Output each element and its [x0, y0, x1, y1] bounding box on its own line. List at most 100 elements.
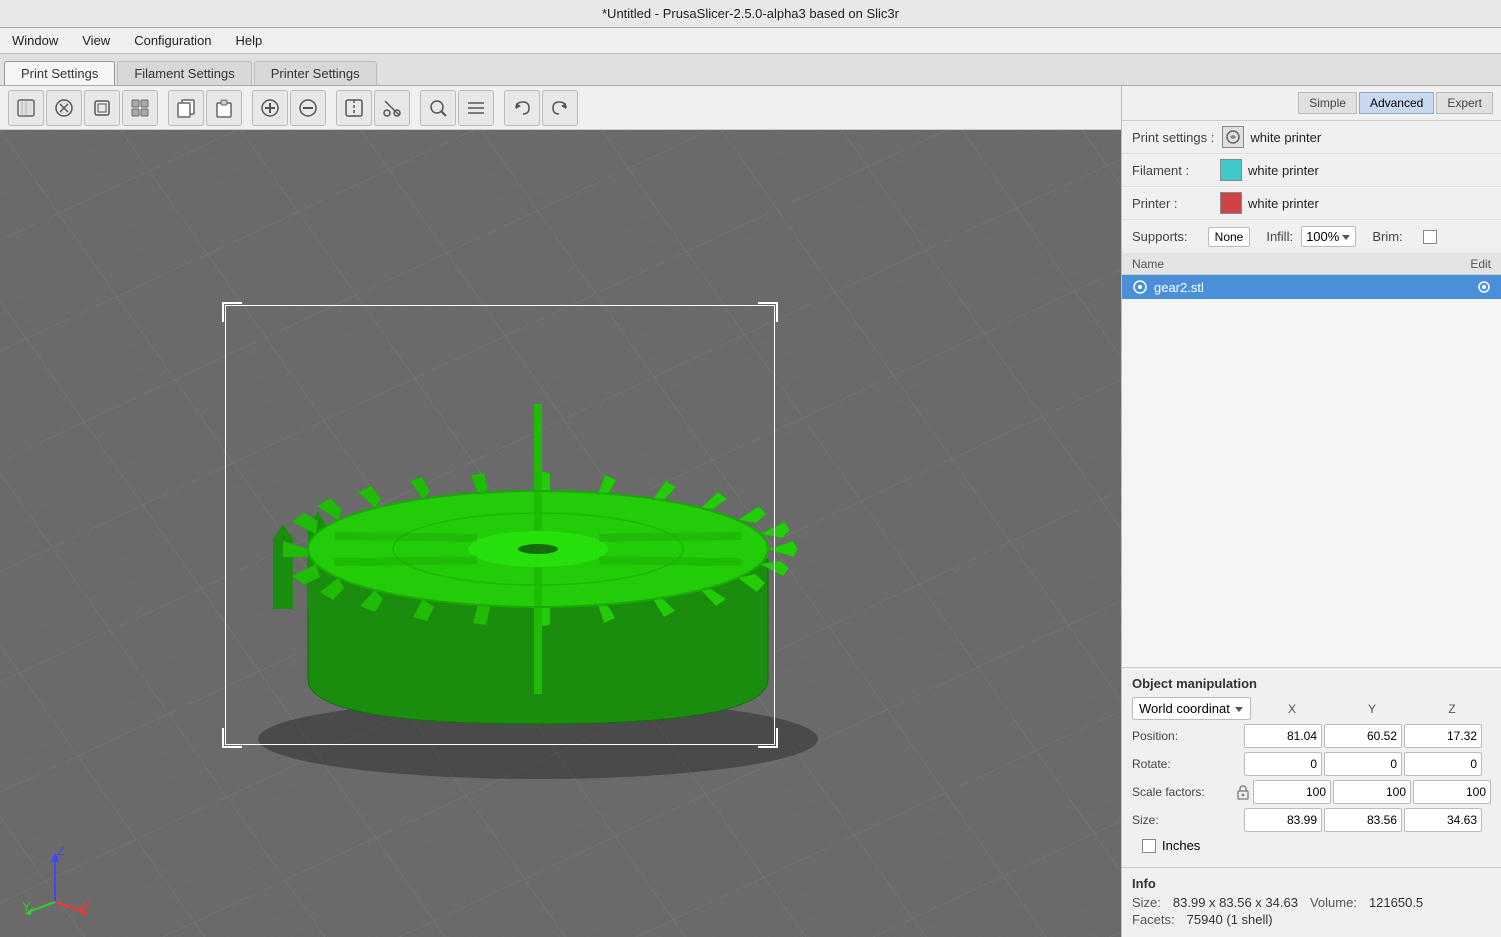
printer-row: Printer : white printer [1122, 187, 1501, 220]
rotate-z-input[interactable] [1404, 752, 1482, 776]
menu-configuration[interactable]: Configuration [126, 31, 219, 50]
x-header: X [1253, 702, 1331, 716]
cut-button[interactable] [374, 90, 410, 126]
infill-group: Infill: 100% [1266, 226, 1356, 247]
info-title: Info [1132, 876, 1491, 891]
tab-print-settings[interactable]: Print Settings [4, 61, 115, 85]
gear-model [188, 259, 888, 809]
rotate-row: Rotate: [1132, 752, 1491, 776]
z-header: Z [1413, 702, 1491, 716]
position-x-input[interactable] [1244, 724, 1322, 748]
undo-button[interactable] [504, 90, 540, 126]
scale-label: Scale factors: [1132, 785, 1233, 799]
add-button[interactable] [8, 90, 44, 126]
copy-button[interactable] [168, 90, 204, 126]
infill-label: Infill: [1266, 229, 1293, 244]
size-row: Size: [1132, 808, 1491, 832]
less-button[interactable] [290, 90, 326, 126]
filament-color-swatch [1220, 159, 1242, 181]
info-facets-row: Facets: 75940 (1 shell) [1132, 912, 1491, 927]
print-settings-icon [1222, 126, 1244, 148]
position-y-input[interactable] [1324, 724, 1402, 748]
tab-printer-settings[interactable]: Printer Settings [254, 61, 377, 85]
coord-system-selector[interactable]: World coordinat [1132, 697, 1251, 720]
viewport-area: Z X Y [0, 86, 1121, 937]
axes-indicator: Z X Y [20, 847, 90, 917]
scale-z-input[interactable] [1413, 780, 1491, 804]
chevron-down-icon [1234, 704, 1244, 714]
advanced-mode-button[interactable]: Advanced [1359, 92, 1434, 114]
scale-y-input[interactable] [1333, 780, 1411, 804]
menu-window[interactable]: Window [4, 31, 66, 50]
size-x-input[interactable] [1244, 808, 1322, 832]
size-z-input[interactable] [1404, 808, 1482, 832]
simple-mode-button[interactable]: Simple [1298, 92, 1357, 114]
brim-label: Brim: [1372, 229, 1402, 244]
print-settings-value-container: white printer [1222, 126, 1491, 148]
mode-buttons: Simple Advanced Expert [1122, 86, 1501, 121]
search-button[interactable] [420, 90, 456, 126]
expert-mode-button[interactable]: Expert [1436, 92, 1493, 114]
rotate-y-input[interactable] [1324, 752, 1402, 776]
rotate-x-input[interactable] [1244, 752, 1322, 776]
delete-all-button[interactable] [84, 90, 120, 126]
menu-help[interactable]: Help [228, 31, 271, 50]
tab-filament-settings[interactable]: Filament Settings [117, 61, 251, 85]
svg-text:Z: Z [57, 847, 65, 858]
arrange-button[interactable] [122, 90, 158, 126]
brim-checkbox[interactable] [1423, 230, 1437, 244]
svg-text:X: X [82, 898, 90, 913]
size-label: Size: [1132, 813, 1242, 827]
3d-viewport[interactable]: Z X Y [0, 130, 1121, 937]
title-text: *Untitled - PrusaSlicer-2.5.0-alpha3 bas… [602, 6, 899, 21]
delete-button[interactable] [46, 90, 82, 126]
scale-row: Scale factors: [1132, 780, 1491, 804]
print-settings-text[interactable]: white printer [1250, 130, 1321, 145]
info-volume-value: 121650.5 [1369, 895, 1423, 910]
object-icon [1132, 279, 1148, 295]
split-button[interactable] [336, 90, 372, 126]
printer-label: Printer : [1132, 196, 1212, 211]
coord-header-row: World coordinat X Y Z [1132, 697, 1491, 720]
filament-text[interactable]: white printer [1248, 163, 1319, 178]
svg-text:Y: Y [22, 899, 31, 914]
scale-x-input[interactable] [1253, 780, 1331, 804]
controls-row: Supports: None Infill: 100% Brim: [1122, 220, 1501, 254]
size-y-input[interactable] [1324, 808, 1402, 832]
infill-dropdown[interactable]: 100% [1301, 226, 1356, 247]
col-edit-header: Edit [1470, 257, 1491, 271]
info-size-value: 83.99 x 83.56 x 34.63 [1173, 895, 1298, 910]
right-panel: Simple Advanced Expert Print settings : … [1121, 86, 1501, 937]
object-name: gear2.stl [1154, 280, 1477, 295]
object-visible-icon[interactable] [1477, 280, 1491, 294]
supports-value[interactable]: None [1208, 227, 1251, 247]
paste-button[interactable] [206, 90, 242, 126]
object-manipulation-title: Object manipulation [1132, 676, 1491, 691]
info-facets-label: Facets: [1132, 912, 1175, 927]
rotate-label: Rotate: [1132, 757, 1242, 771]
main-area: Z X Y Simple Advanced Expert Pri [0, 86, 1501, 937]
inches-label: Inches [1162, 838, 1200, 853]
inches-checkbox[interactable] [1142, 839, 1156, 853]
position-row: Position: [1132, 724, 1491, 748]
info-facets-value: 75940 (1 shell) [1187, 912, 1273, 927]
chevron-down-icon [1341, 232, 1351, 242]
filament-value-container: white printer [1220, 159, 1491, 181]
position-z-input[interactable] [1404, 724, 1482, 748]
layers-button[interactable] [458, 90, 494, 126]
coord-system-label: World coordinat [1139, 701, 1230, 716]
redo-button[interactable] [542, 90, 578, 126]
object-list-item[interactable]: gear2.stl [1122, 275, 1501, 299]
more-button[interactable] [252, 90, 288, 126]
object-list-empty [1122, 299, 1501, 667]
col-name-header: Name [1132, 257, 1470, 271]
print-settings-row: Print settings : white printer [1122, 121, 1501, 154]
printer-text[interactable]: white printer [1248, 196, 1319, 211]
tabbar: Print Settings Filament Settings Printer… [0, 54, 1501, 86]
infill-value: 100% [1306, 229, 1339, 244]
scale-lock-icon[interactable] [1235, 784, 1251, 800]
xyz-header: X Y Z [1253, 702, 1491, 716]
menu-view[interactable]: View [74, 31, 118, 50]
info-section: Info Size: 83.99 x 83.56 x 34.63 Volume:… [1122, 867, 1501, 937]
toolbar [0, 86, 1121, 130]
